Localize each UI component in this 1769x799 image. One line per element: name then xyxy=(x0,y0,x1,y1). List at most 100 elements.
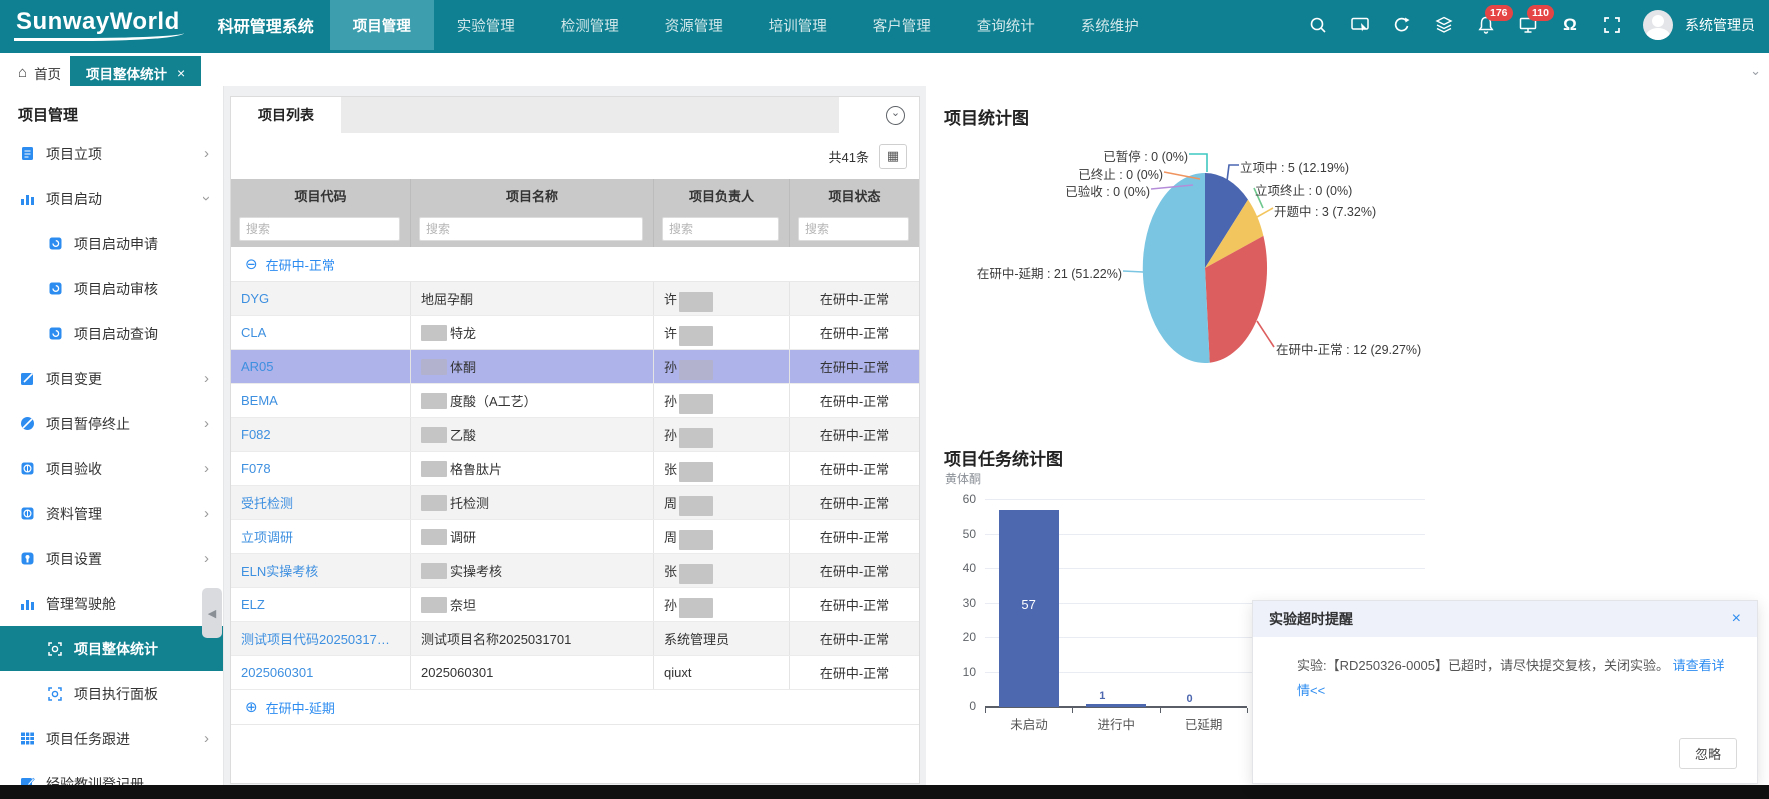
popup-close-icon[interactable]: × xyxy=(1732,610,1741,628)
nav-item-1[interactable]: 实验管理 xyxy=(434,0,538,50)
tab-close-icon[interactable]: × xyxy=(177,65,185,81)
search-input-3[interactable] xyxy=(798,217,909,241)
redaction-block xyxy=(421,563,447,579)
column-header-0[interactable]: 项目代码 xyxy=(231,179,411,211)
table-row[interactable]: ELN实操考核实操考核张在研中-正常 xyxy=(231,554,919,588)
sidebar-item-12[interactable]: 项目执行面板 xyxy=(0,671,223,716)
column-settings-button[interactable]: ▦ xyxy=(879,144,907,169)
cell-project-code[interactable]: 受托检测 xyxy=(231,486,411,519)
tab-project-overall-stats[interactable]: 项目整体统计 × xyxy=(70,56,201,89)
headset-icon[interactable]: Ω xyxy=(1559,14,1581,36)
nav-item-7[interactable]: 系统维护 xyxy=(1058,0,1162,50)
x-axis-tick xyxy=(985,708,986,713)
monitor-icon[interactable]: 110 xyxy=(1517,14,1539,36)
sidebar-title: 项目管理 xyxy=(0,86,223,131)
ignore-button[interactable]: 忽略 xyxy=(1679,738,1737,769)
cell-project-code[interactable]: 2025060301 xyxy=(231,656,411,689)
sidebar-collapse-handle[interactable]: ◀ xyxy=(202,588,222,638)
screen-share-icon[interactable] xyxy=(1349,14,1371,36)
table-row[interactable]: DYG地屈孕酮许在研中-正常 xyxy=(231,282,919,316)
tab-home[interactable]: ⌂ 首页 xyxy=(0,56,80,89)
sidebar-item-0[interactable]: 项目立项› xyxy=(0,131,223,176)
column-header-2[interactable]: 项目负责人 xyxy=(654,179,790,211)
nav-item-0[interactable]: 项目管理 xyxy=(330,0,434,50)
table-row[interactable]: 20250603012025060301qiuxt在研中-正常 xyxy=(231,656,919,690)
bar-0[interactable]: 57 xyxy=(999,510,1059,707)
cell-project-status: 在研中-正常 xyxy=(790,486,919,519)
sidebar-item-1[interactable]: 项目启动› xyxy=(0,176,223,221)
cell-project-code[interactable]: DYG xyxy=(231,282,411,315)
pie-label-3: 立项中 : 5 (12.19%) xyxy=(1240,157,1349,176)
cell-project-code[interactable]: AR05 xyxy=(231,350,411,383)
cell-project-code[interactable]: CLA xyxy=(231,316,411,349)
panel-collapse-icon[interactable]: ⌄ xyxy=(886,106,905,125)
table-row[interactable]: 测试项目代码20250317…测试项目名称2025031701系统管理员在研中-… xyxy=(231,622,919,656)
pie-label-4: 立项终止 : 0 (0%) xyxy=(1255,180,1352,199)
nav-item-4[interactable]: 培训管理 xyxy=(746,0,850,50)
table-row[interactable]: F082乙酸孙在研中-正常 xyxy=(231,418,919,452)
nav-item-3[interactable]: 资源管理 xyxy=(642,0,746,50)
sidebar-item-14[interactable]: 经验教训登记册 xyxy=(0,761,223,785)
sidebar-item-13[interactable]: 项目任务跟进› xyxy=(0,716,223,761)
sidebar-item-3[interactable]: 项目启动审核 xyxy=(0,266,223,311)
sidebar-item-10[interactable]: 管理驾驶舱› xyxy=(0,581,223,626)
table-row[interactable]: AR05体酮孙在研中-正常 xyxy=(231,350,919,384)
tabbar-collapse-icon[interactable]: ⌄ xyxy=(1750,63,1761,79)
cell-project-code[interactable]: ELZ xyxy=(231,588,411,621)
sidebar-item-11[interactable]: 项目整体统计 xyxy=(0,626,223,671)
layers-icon[interactable] xyxy=(1433,14,1455,36)
pie-slice-6[interactable] xyxy=(1143,173,1210,363)
topbar-actions: 176 110 Ω 系统管理员 xyxy=(1307,10,1755,40)
pie-leader-line-3 xyxy=(1227,165,1239,181)
nav-item-2[interactable]: 检测管理 xyxy=(538,0,642,50)
table-row[interactable]: BEMA度酸（A工艺）孙在研中-正常 xyxy=(231,384,919,418)
sidebar-item-5[interactable]: 项目变更› xyxy=(0,356,223,401)
collapse-group-icon[interactable]: ⊖ xyxy=(245,257,258,272)
nav-item-6[interactable]: 查询统计 xyxy=(954,0,1058,50)
search-input-0[interactable] xyxy=(239,217,400,241)
cell-project-code[interactable]: 测试项目代码20250317… xyxy=(231,622,411,655)
group-row-normal[interactable]: ⊖ 在研中-正常 xyxy=(231,247,919,282)
user-name[interactable]: 系统管理员 xyxy=(1685,15,1755,35)
expand-group-icon[interactable]: ⊕ xyxy=(245,700,258,715)
sidebar-item-6[interactable]: 项目暂停终止› xyxy=(0,401,223,446)
fullscreen-icon[interactable] xyxy=(1601,14,1623,36)
search-icon[interactable] xyxy=(1307,14,1329,36)
nav-item-5[interactable]: 客户管理 xyxy=(850,0,954,50)
search-input-2[interactable] xyxy=(662,217,779,241)
table-row[interactable]: 受托检测托检测周在研中-正常 xyxy=(231,486,919,520)
cell-project-status: 在研中-正常 xyxy=(790,520,919,553)
table-row[interactable]: F078格鲁肽片张在研中-正常 xyxy=(231,452,919,486)
table-row[interactable]: 立项调研调研周在研中-正常 xyxy=(231,520,919,554)
cell-project-code[interactable]: F078 xyxy=(231,452,411,485)
sidebar-item-2[interactable]: 项目启动申请 xyxy=(0,221,223,266)
sidebar-item-9[interactable]: 项目设置› xyxy=(0,536,223,581)
note-icon xyxy=(18,775,36,786)
sidebar-item-label: 项目启动查询 xyxy=(74,324,158,344)
sidebar-item-7[interactable]: 项目验收› xyxy=(0,446,223,491)
cell-project-code[interactable]: 立项调研 xyxy=(231,520,411,553)
panel-tab-project-list[interactable]: 项目列表 xyxy=(231,97,341,133)
popup-title: 实验超时提醒 xyxy=(1269,609,1353,629)
cell-project-owner: 周 xyxy=(654,486,790,519)
sidebar-item-8[interactable]: 资料管理› xyxy=(0,491,223,536)
column-header-3[interactable]: 项目状态 xyxy=(790,179,919,211)
search-input-1[interactable] xyxy=(419,217,643,241)
sidebar-item-label: 项目暂停终止 xyxy=(46,414,130,434)
home-icon: ⌂ xyxy=(18,64,27,81)
table-row[interactable]: ELZ奈坦孙在研中-正常 xyxy=(231,588,919,622)
group-row-delayed[interactable]: ⊕ 在研中-延期 xyxy=(231,690,919,725)
refresh-icon[interactable] xyxy=(1391,14,1413,36)
table-row[interactable]: CLA特龙许在研中-正常 xyxy=(231,316,919,350)
user-avatar[interactable] xyxy=(1643,10,1673,40)
cell-project-code[interactable]: ELN实操考核 xyxy=(231,554,411,587)
table-filter-row xyxy=(231,211,919,247)
column-header-1[interactable]: 项目名称 xyxy=(411,179,654,211)
cell-project-code[interactable]: BEMA xyxy=(231,384,411,417)
cell-project-code[interactable]: F082 xyxy=(231,418,411,451)
bell-icon[interactable]: 176 xyxy=(1475,14,1497,36)
cell-project-owner: 孙 xyxy=(654,350,790,383)
sidebar-item-label: 资料管理 xyxy=(46,504,102,524)
sidebar-item-4[interactable]: 项目启动查询 xyxy=(0,311,223,356)
bar-1[interactable] xyxy=(1086,704,1146,707)
